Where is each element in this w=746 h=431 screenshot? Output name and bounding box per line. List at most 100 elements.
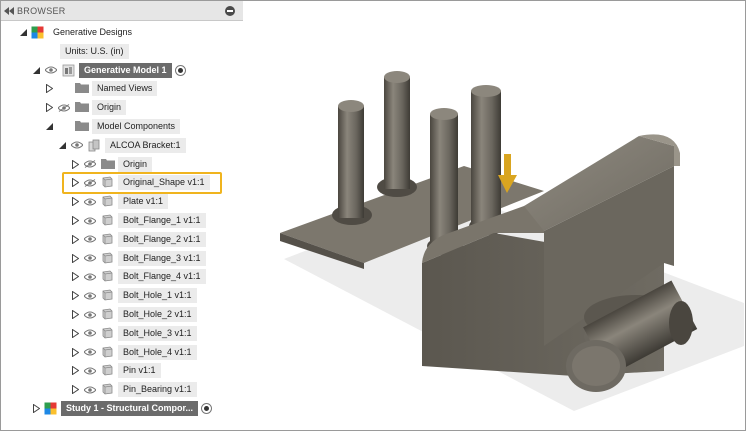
body-icon	[101, 327, 114, 340]
double-left-arrow-icon[interactable]	[1, 1, 17, 21]
collapsed-triangle-icon[interactable]	[45, 80, 53, 97]
minus-circle-icon[interactable]	[225, 6, 235, 16]
tree-label-study-1[interactable]: Study 1 - Structural Compor...	[61, 401, 199, 416]
eye-icon[interactable]	[83, 193, 97, 210]
tree-label-bolt-hole-4[interactable]: Bolt_Hole_4 v1:1	[118, 344, 197, 360]
tree-label-generative-designs[interactable]: Generative Designs	[48, 25, 137, 40]
tree-row-model-components[interactable]: Model Components	[1, 118, 241, 135]
tree-row-bolt-hole-1[interactable]: Bolt_Hole_1 v1:1	[1, 287, 241, 304]
collapsed-triangle-icon[interactable]	[45, 99, 53, 116]
tree-label-pin[interactable]: Pin v1:1	[118, 363, 161, 379]
body-icon	[101, 364, 114, 377]
collapsed-triangle-icon[interactable]	[71, 250, 79, 267]
eye-icon[interactable]	[83, 306, 97, 323]
canvas-viewport[interactable]	[244, 1, 744, 429]
eye-icon[interactable]	[83, 250, 97, 267]
bolt-1-shape	[338, 106, 364, 218]
body-icon	[101, 195, 114, 208]
tree-row-generative-designs[interactable]: Generative Designs	[1, 24, 241, 41]
body-icon	[101, 383, 114, 396]
collapsed-triangle-icon[interactable]	[71, 287, 79, 304]
load-arrow-shaft	[504, 154, 511, 176]
tree-label-pin-bearing[interactable]: Pin_Bearing v1:1	[118, 382, 197, 398]
eye-icon[interactable]	[83, 362, 97, 379]
tree-label-origin[interactable]: Origin	[92, 100, 127, 116]
browser-header: BROWSER	[1, 1, 243, 21]
tree-label-named-views[interactable]: Named Views	[92, 81, 158, 97]
tree-row-pin[interactable]: Pin v1:1	[1, 362, 241, 379]
eye-icon[interactable]	[83, 325, 97, 342]
study-icon	[44, 402, 57, 415]
eye-icon[interactable]	[44, 62, 58, 79]
collapsed-triangle-icon[interactable]	[71, 306, 79, 323]
tree-label-bolt-hole-2[interactable]: Bolt_Hole_2 v1:1	[118, 307, 197, 322]
body-icon	[101, 308, 114, 321]
tree-row-bolt-flange-2[interactable]: Bolt_Flange_2 v1:1	[1, 231, 241, 248]
tree-row-origin[interactable]: Origin	[1, 99, 241, 116]
eye-icon[interactable]	[83, 231, 97, 248]
expanded-triangle-icon[interactable]	[58, 137, 66, 154]
folder-icon	[75, 101, 89, 114]
body-icon	[101, 346, 114, 359]
collapsed-triangle-icon[interactable]	[71, 381, 79, 398]
model-icon	[62, 64, 75, 77]
tree-label-generative-model-1[interactable]: Generative Model 1	[79, 62, 172, 78]
eye-icon[interactable]	[83, 381, 97, 398]
collapsed-triangle-icon[interactable]	[71, 268, 79, 285]
eye-icon[interactable]	[83, 268, 97, 285]
expanded-triangle-icon[interactable]	[32, 62, 40, 79]
body-icon	[101, 214, 114, 227]
browser-title: BROWSER	[17, 5, 66, 16]
collapsed-triangle-icon[interactable]	[71, 212, 79, 229]
collapsed-triangle-icon[interactable]	[71, 156, 79, 173]
eye-icon[interactable]	[70, 137, 84, 154]
eye-hidden-icon[interactable]	[83, 156, 97, 173]
tree-row-bolt-hole-4[interactable]: Bolt_Hole_4 v1:1	[1, 344, 241, 361]
tree-row-bolt-hole-3[interactable]: Bolt_Hole_3 v1:1	[1, 325, 241, 342]
expanded-triangle-icon[interactable]	[45, 118, 53, 135]
tree-label-units[interactable]: Units: U.S. (in)	[60, 43, 129, 59]
3d-model-render[interactable]	[244, 1, 744, 429]
tree-row-pin-bearing[interactable]: Pin_Bearing v1:1	[1, 381, 241, 398]
tree-row-bolt-hole-2[interactable]: Bolt_Hole_2 v1:1	[1, 306, 241, 323]
expanded-triangle-icon[interactable]	[19, 24, 27, 41]
body-icon	[101, 289, 114, 302]
bolt-3-shape	[430, 114, 458, 249]
eye-icon[interactable]	[83, 287, 97, 304]
component-icon	[88, 139, 101, 152]
tree-label-bolt-hole-1[interactable]: Bolt_Hole_1 v1:1	[118, 288, 197, 304]
eye-icon[interactable]	[83, 344, 97, 361]
tree-row-plate[interactable]: Plate v1:1	[1, 193, 241, 210]
tree-label-bolt-flange-2[interactable]: Bolt_Flange_2 v1:1	[118, 231, 206, 247]
tree-label-bolt-flange-4[interactable]: Bolt_Flange_4 v1:1	[118, 269, 206, 285]
body-icon	[101, 252, 114, 265]
eye-icon[interactable]	[83, 212, 97, 229]
tree-row-named-views[interactable]: Named Views	[1, 80, 241, 97]
tree-label-alcoa-bracket[interactable]: ALCOA Bracket:1	[105, 137, 186, 153]
body-icon	[101, 270, 114, 283]
tree-label-plate[interactable]: Plate v1:1	[118, 194, 169, 210]
collapsed-triangle-icon[interactable]	[71, 193, 79, 210]
collapsed-triangle-icon[interactable]	[71, 344, 79, 361]
eye-hidden-icon[interactable]	[57, 99, 71, 116]
tree-row-alcoa-bracket[interactable]: ALCOA Bracket:1	[1, 137, 241, 154]
tree-row-generative-model-1[interactable]: Generative Model 1	[1, 62, 241, 79]
tree-row-units[interactable]: Units: U.S. (in)	[1, 43, 241, 60]
tree-label-origin-2[interactable]: Origin	[118, 156, 153, 172]
activate-radio-button[interactable]	[201, 403, 212, 414]
tree-label-bolt-flange-1[interactable]: Bolt_Flange_1 v1:1	[118, 213, 206, 228]
collapsed-triangle-icon[interactable]	[71, 231, 79, 248]
tree-row-bolt-flange-4[interactable]: Bolt_Flange_4 v1:1	[1, 268, 241, 285]
collapsed-triangle-icon[interactable]	[71, 325, 79, 342]
collapsed-triangle-icon[interactable]	[32, 400, 40, 417]
activate-radio-button[interactable]	[175, 64, 186, 76]
collapsed-triangle-icon[interactable]	[71, 362, 79, 379]
tree-row-bolt-flange-3[interactable]: Bolt_Flange_3 v1:1	[1, 250, 241, 267]
selection-highlight	[62, 172, 222, 195]
tree-row-study-1[interactable]: Study 1 - Structural Compor...	[1, 400, 241, 417]
tree-row-bolt-flange-1[interactable]: Bolt_Flange_1 v1:1	[1, 212, 241, 229]
tree-label-bolt-flange-3[interactable]: Bolt_Flange_3 v1:1	[118, 250, 206, 266]
tree-row-origin-2[interactable]: Origin	[1, 156, 241, 173]
tree-label-model-components[interactable]: Model Components	[92, 119, 181, 134]
tree-label-bolt-hole-3[interactable]: Bolt_Hole_3 v1:1	[118, 325, 197, 341]
